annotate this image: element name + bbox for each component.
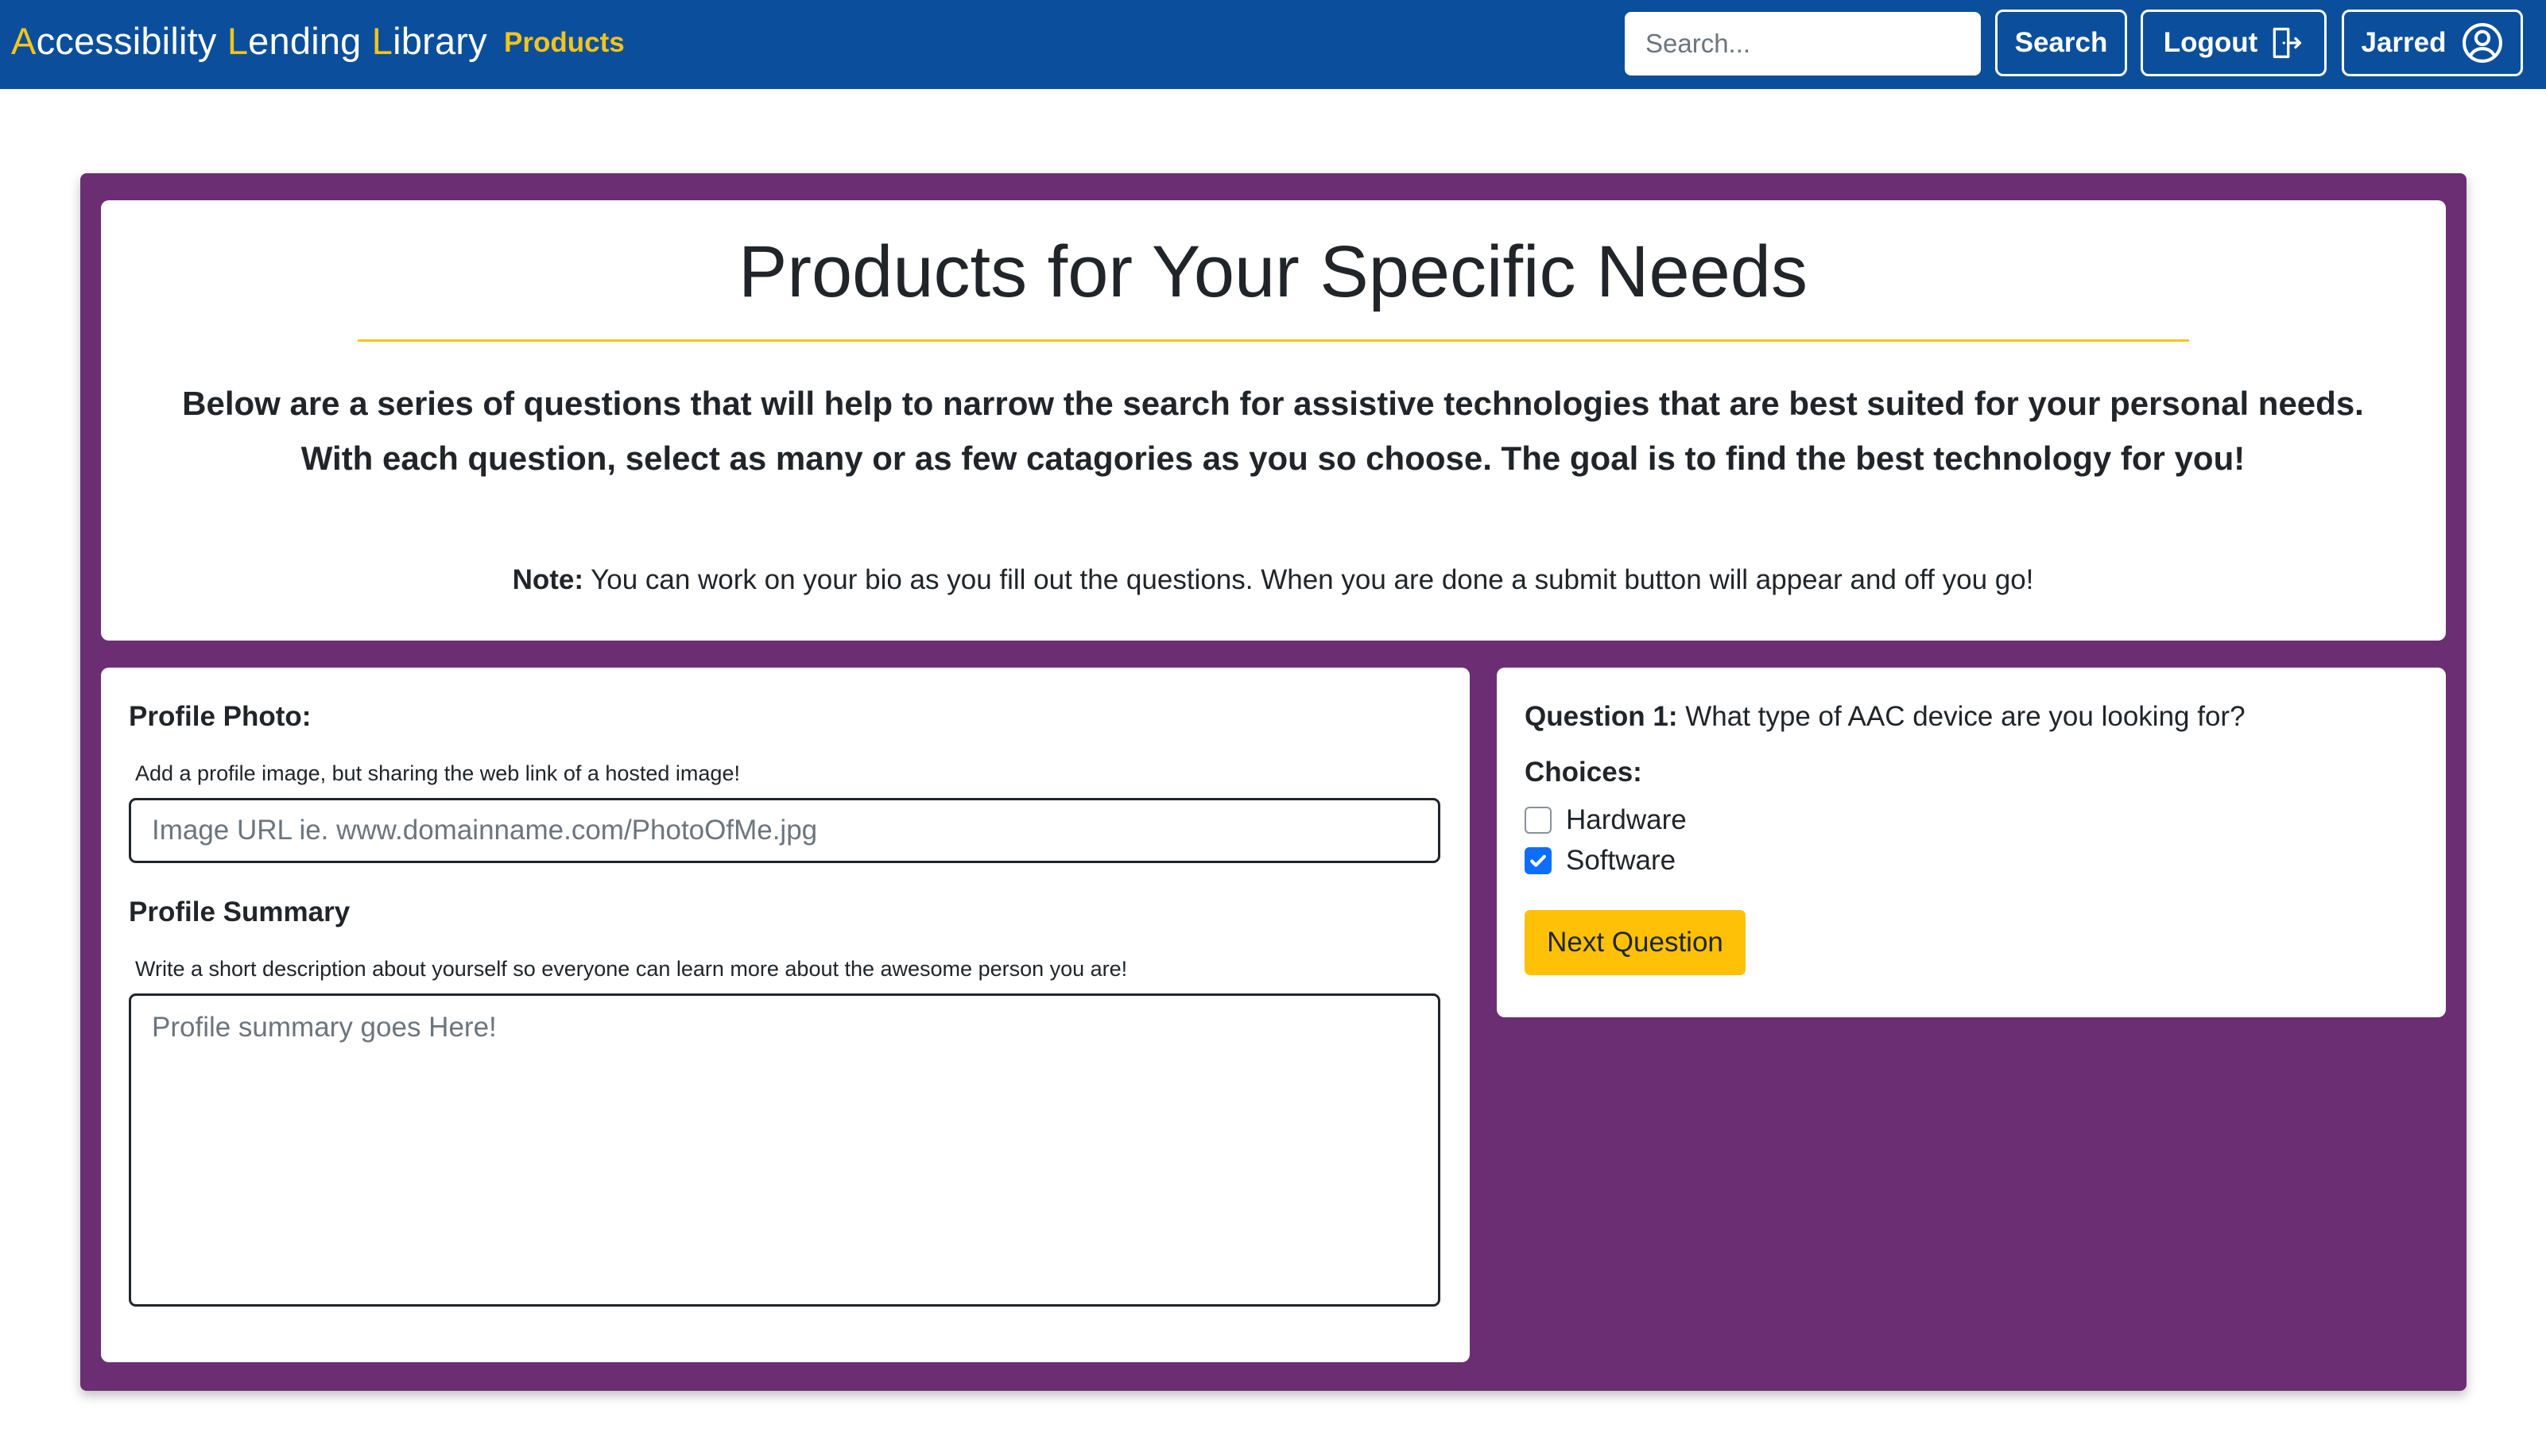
checkbox-hardware[interactable] bbox=[1525, 807, 1552, 834]
profile-photo-label: Profile Photo: bbox=[129, 701, 312, 732]
user-menu-button[interactable]: Jarred bbox=[2342, 10, 2523, 76]
checkbox-software[interactable] bbox=[1525, 847, 1552, 874]
intro-text-line-2: With each question, select as many or as… bbox=[300, 440, 2246, 477]
choice-software[interactable]: Software bbox=[1525, 845, 1676, 877]
question-body: What type of AAC device are you looking … bbox=[1677, 701, 2246, 732]
choice-software-label: Software bbox=[1566, 845, 1676, 876]
choice-hardware[interactable]: Hardware bbox=[1525, 804, 1687, 836]
logout-button[interactable]: Logout bbox=[2141, 10, 2327, 76]
logout-button-label: Logout bbox=[2163, 27, 2258, 58]
next-question-button[interactable]: Next Question bbox=[1525, 910, 1746, 975]
question-text: Question 1: What type of AAC device are … bbox=[1525, 701, 2246, 733]
page-title: Products for Your Specific Needs bbox=[738, 231, 1808, 312]
profile-photo-url-input[interactable] bbox=[129, 798, 1440, 863]
note-label: Note: bbox=[512, 564, 583, 595]
profile-summary-help: Write a short description about yourself… bbox=[135, 957, 1128, 981]
checkmark-icon bbox=[1530, 854, 1546, 867]
door-exit-icon bbox=[2269, 25, 2304, 60]
intro-text-line-1: Below are a series of questions that wil… bbox=[182, 385, 2364, 422]
brand-logo[interactable]: Accessibility Lending Library bbox=[11, 19, 487, 63]
search-input[interactable] bbox=[1625, 12, 1981, 76]
choices-label: Choices: bbox=[1525, 757, 1642, 788]
note-body: You can work on your bio as you fill out… bbox=[583, 564, 2034, 595]
nav-link-products[interactable]: Products bbox=[504, 27, 625, 59]
search-button-label: Search bbox=[2014, 27, 2108, 58]
title-divider bbox=[358, 339, 2189, 342]
profile-photo-help: Add a profile image, but sharing the web… bbox=[135, 761, 740, 785]
user-circle-icon bbox=[2461, 21, 2504, 64]
user-name-label: Jarred bbox=[2361, 27, 2447, 58]
question-number: Question 1: bbox=[1525, 701, 1678, 732]
note-text: Note: You can work on your bio as you fi… bbox=[0, 564, 2546, 596]
next-question-label: Next Question bbox=[1547, 927, 1723, 958]
profile-summary-textarea[interactable] bbox=[129, 993, 1440, 1307]
profile-summary-label: Profile Summary bbox=[129, 896, 351, 927]
top-navbar: Accessibility Lending Library Products S… bbox=[0, 0, 2546, 89]
search-button[interactable]: Search bbox=[1995, 10, 2127, 76]
choice-hardware-label: Hardware bbox=[1566, 804, 1687, 835]
